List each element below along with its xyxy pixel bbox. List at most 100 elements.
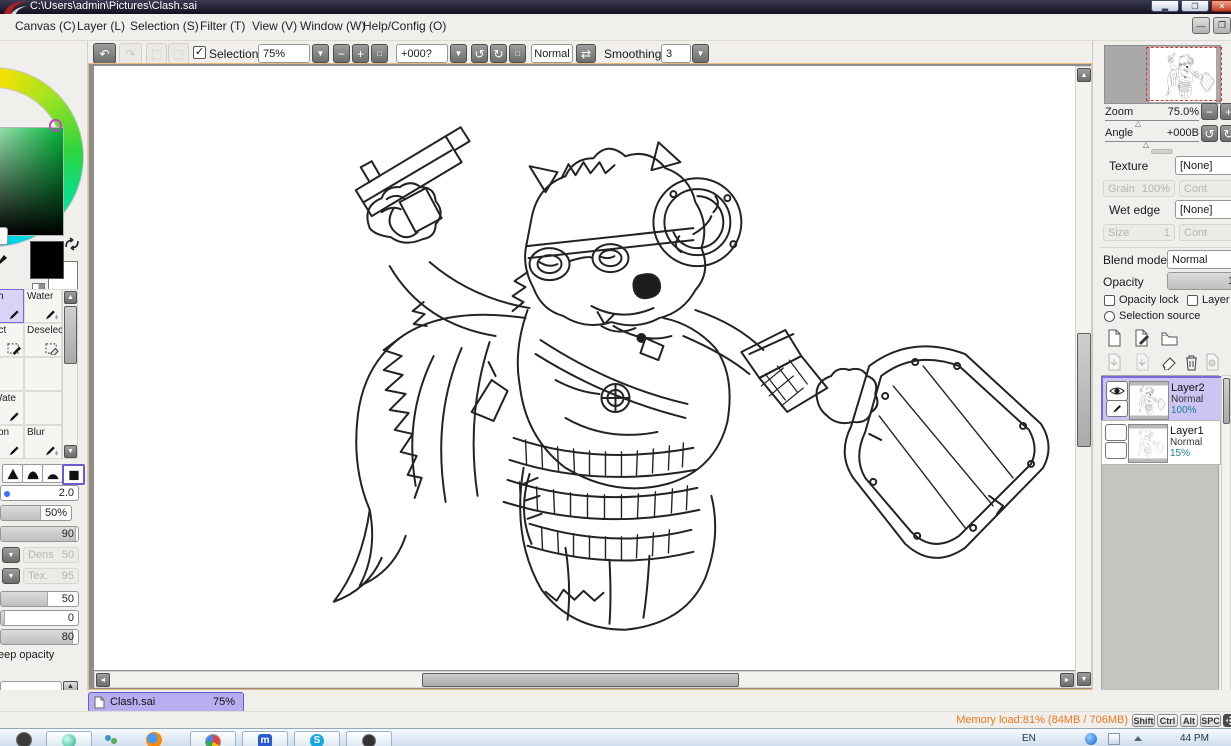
layer-paint-mode-toggle[interactable] xyxy=(1106,400,1128,417)
selection-source-radio[interactable] xyxy=(1104,311,1115,322)
tool-empty-2[interactable] xyxy=(24,357,62,391)
selection-move-button[interactable]: ⬚ xyxy=(146,43,167,64)
smoothing-dropdown-button[interactable]: ▼ xyxy=(692,44,709,63)
angle-value-box[interactable]: +000? xyxy=(396,44,448,63)
taskbar-media-button[interactable] xyxy=(346,731,392,746)
scroll-down-button[interactable]: ▼ xyxy=(64,445,77,458)
scroll-down-button[interactable]: ▼ xyxy=(1077,672,1091,686)
layer-row-layer1[interactable]: Layer1 Normal 15% xyxy=(1101,420,1221,465)
tool-water[interactable]: Water xyxy=(24,289,62,323)
tip-shape-hard[interactable] xyxy=(2,464,23,483)
canvas[interactable] xyxy=(94,66,1075,670)
blend-mode-dropdown[interactable]: Normal xyxy=(1167,250,1231,269)
tool-deselect[interactable]: Deselect xyxy=(24,323,62,357)
preset-up-button[interactable]: ▲ xyxy=(63,681,78,690)
blending-slider[interactable]: 50 xyxy=(0,591,79,607)
swap-colors-icon[interactable] xyxy=(64,237,80,251)
menu-layer[interactable]: Layer (L) xyxy=(77,19,125,33)
canvas-vscrollbar[interactable]: ▲ ▼ xyxy=(1075,66,1092,688)
tray-arrow-icon[interactable] xyxy=(1132,733,1144,745)
wet-size-box[interactable]: Size 1 xyxy=(1103,224,1175,241)
tool-water2[interactable]: Wate xyxy=(0,391,24,425)
mdi-minimize-button[interactable]: — xyxy=(1192,17,1210,34)
zoom-value-box[interactable]: 75% xyxy=(258,44,310,63)
dens-box[interactable]: Dens 50 xyxy=(23,547,79,563)
menu-selection[interactable]: Selection (S) xyxy=(130,19,199,33)
scrollbar-thumb[interactable] xyxy=(64,306,77,364)
scroll-left-button[interactable]: ◄ xyxy=(96,673,110,687)
zoom-dropdown-button[interactable]: ▼ xyxy=(312,44,329,63)
rotate-ccw-button[interactable]: ↺ xyxy=(471,44,488,63)
taskbar-skype-button[interactable]: S xyxy=(294,731,340,746)
color-tab-stub[interactable] xyxy=(0,227,8,245)
layer-clipping-checkbox[interactable] xyxy=(1187,295,1198,306)
new-linework-layer-button[interactable] xyxy=(1132,328,1152,348)
tool-crayon[interactable]: yon xyxy=(0,425,24,459)
tool-empty-3[interactable] xyxy=(24,391,62,425)
transfer-down-button[interactable] xyxy=(1104,352,1124,372)
brush-size-slider[interactable]: 2.0 xyxy=(0,485,79,501)
panel-splitter-handle[interactable] xyxy=(1151,149,1173,154)
merge-down-button[interactable] xyxy=(1132,352,1152,372)
scroll-up-button[interactable]: ▲ xyxy=(64,291,77,304)
nav-rotate-ccw-button[interactable]: ↺ xyxy=(1201,125,1218,142)
tex-dropdown-button[interactable]: ▼ xyxy=(2,568,20,584)
grain-box[interactable]: Grain 100% xyxy=(1103,180,1175,197)
tool-brush[interactable]: sh xyxy=(0,289,24,323)
menu-view[interactable]: View (V) xyxy=(252,19,297,33)
taskbar-messenger-icon[interactable] xyxy=(104,733,118,746)
scrollbar-thumb[interactable] xyxy=(1223,378,1230,424)
dilution-slider[interactable]: 0 xyxy=(0,610,79,626)
scrollbar-thumb[interactable] xyxy=(422,673,739,687)
nav-zoom-in-button[interactable]: + xyxy=(1220,103,1231,120)
menu-window[interactable]: Window (W) xyxy=(300,19,365,33)
wet-contrast-box[interactable]: Cont xyxy=(1179,224,1231,241)
rotate-reset-button[interactable]: □ xyxy=(509,44,526,63)
taskbar-app-icon[interactable] xyxy=(16,732,32,746)
zoom-reset-button[interactable]: □ xyxy=(371,44,388,63)
persistence-slider[interactable]: 80 xyxy=(0,629,79,645)
taskbar-sai-button[interactable] xyxy=(46,731,92,746)
close-button[interactable]: ✕ xyxy=(1211,0,1231,12)
tool-empty-1[interactable] xyxy=(0,357,24,391)
density-slider[interactable]: 90 xyxy=(0,526,79,542)
paint-mode-button[interactable]: Normal xyxy=(531,44,573,63)
new-folder-button[interactable] xyxy=(1159,328,1179,348)
saturation-value-square[interactable] xyxy=(0,127,64,236)
selection-transform-button[interactable]: ⬚ xyxy=(168,43,189,64)
navigator[interactable] xyxy=(1104,45,1221,104)
minimize-button[interactable]: ▂ xyxy=(1151,0,1179,12)
menu-canvas[interactable]: Canvas (C) xyxy=(15,19,76,33)
layer-mask-button[interactable] xyxy=(1202,352,1222,372)
layer-list-scrollbar[interactable] xyxy=(1221,375,1231,705)
scrollbar-thumb[interactable] xyxy=(1077,333,1091,447)
maximize-button[interactable]: ❐ xyxy=(1181,0,1209,12)
scroll-up-button[interactable]: ▲ xyxy=(1077,68,1091,82)
document-tab[interactable]: Clash.sai 75% xyxy=(88,692,244,713)
layer-row-layer2[interactable]: Layer2 Normal 100% xyxy=(1101,376,1223,423)
menu-filter[interactable]: Filter (T) xyxy=(200,19,245,33)
brush-size-presets[interactable] xyxy=(0,681,62,690)
mdi-restore-button[interactable]: ❐ xyxy=(1213,17,1231,34)
zoom-out-button[interactable]: − xyxy=(333,44,350,63)
selection-checkbox[interactable]: ✓ xyxy=(193,46,206,59)
language-indicator[interactable]: EN xyxy=(1022,733,1036,744)
tray-update-icon[interactable] xyxy=(1085,733,1097,745)
dens-dropdown-button[interactable]: ▼ xyxy=(2,547,20,563)
redo-button[interactable]: ↷ xyxy=(119,43,142,64)
taskbar-clock[interactable]: 44 PM xyxy=(1180,733,1209,744)
nav-zoom-out-button[interactable]: − xyxy=(1201,103,1218,120)
menu-help-config[interactable]: Help/Config (O) xyxy=(363,19,446,33)
nav-angle-slider[interactable]: Angle +000B △ xyxy=(1105,126,1199,142)
taskbar-chrome-button[interactable] xyxy=(190,731,236,746)
canvas-hscrollbar[interactable]: ◄ ► xyxy=(94,671,1075,688)
new-layer-button[interactable] xyxy=(1104,328,1124,348)
tray-flag-icon[interactable] xyxy=(1108,733,1120,745)
nav-rotate-cw-button[interactable]: ↻ xyxy=(1220,125,1231,142)
layer-paint-mode-toggle[interactable] xyxy=(1105,442,1127,459)
delete-layer-button[interactable] xyxy=(1181,352,1201,372)
hue-marker[interactable] xyxy=(49,119,62,132)
undo-button[interactable]: ↶ xyxy=(93,43,116,64)
taskbar-firefox-icon[interactable] xyxy=(146,732,162,746)
wet-edge-dropdown[interactable]: [None] xyxy=(1175,200,1231,219)
